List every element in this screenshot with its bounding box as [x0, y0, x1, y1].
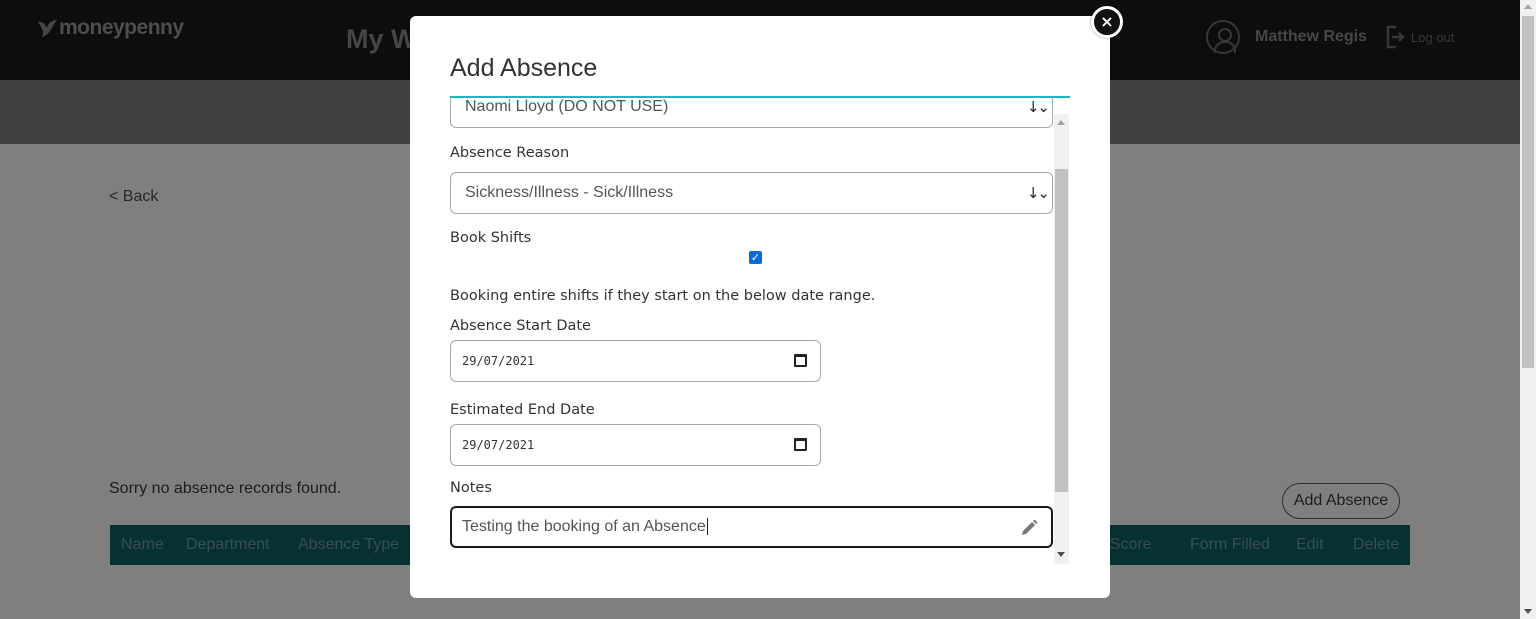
notes-value: Testing the booking of an Absence: [462, 518, 706, 535]
modal-scrollbar[interactable]: [1054, 114, 1069, 564]
pencil-icon: [1022, 519, 1038, 535]
scroll-down-arrow-icon[interactable]: [1057, 552, 1065, 557]
book-shifts-checkbox[interactable]: ✓: [749, 251, 762, 264]
text-caret: [706, 518, 708, 536]
modal-form-body: Naomi Lloyd (DO NOT USE) ↓⌄ Absence Reas…: [450, 96, 1070, 548]
notes-input[interactable]: Testing the booking of an Absence: [450, 506, 1053, 548]
employee-select-value: Naomi Lloyd (DO NOT USE): [465, 98, 669, 115]
end-date-value: 29/07/2021: [462, 438, 535, 452]
add-absence-modal: Add Absence Naomi Lloyd (DO NOT USE) ↓⌄ …: [410, 16, 1110, 598]
modal-scrollbar-thumb[interactable]: [1055, 169, 1068, 492]
book-shifts-help-text: Booking entire shifts if they start on t…: [450, 288, 876, 304]
book-shifts-label: Book Shifts: [450, 230, 532, 246]
start-date-value: 29/07/2021: [462, 354, 535, 368]
select-arrows-icon: ↓⌄: [1026, 98, 1050, 116]
absence-reason-label: Absence Reason: [450, 145, 570, 161]
start-date-input[interactable]: 29/07/2021: [450, 340, 821, 382]
scroll-down-arrow-icon[interactable]: [1524, 609, 1532, 614]
page-scrollbar[interactable]: [1520, 0, 1536, 619]
modal-close-button[interactable]: ×: [1091, 6, 1123, 38]
absence-reason-select[interactable]: Sickness/Illness - Sick/Illness ↓⌄: [450, 172, 1053, 214]
end-date-label: Estimated End Date: [450, 402, 595, 418]
scroll-up-arrow-icon[interactable]: [1524, 4, 1532, 9]
select-arrows-icon: ↓⌄: [1026, 184, 1050, 202]
start-date-label: Absence Start Date: [450, 318, 591, 334]
page-scrollbar-thumb[interactable]: [1522, 16, 1534, 368]
absence-reason-value: Sickness/Illness - Sick/Illness: [465, 184, 674, 201]
modal-title: Add Absence: [450, 54, 598, 82]
end-date-input[interactable]: 29/07/2021: [450, 424, 821, 466]
employee-select[interactable]: Naomi Lloyd (DO NOT USE) ↓⌄: [450, 98, 1053, 128]
calendar-icon[interactable]: [794, 354, 807, 367]
calendar-icon[interactable]: [794, 438, 807, 451]
notes-label: Notes: [450, 480, 492, 496]
scroll-up-arrow-icon[interactable]: [1057, 120, 1065, 125]
